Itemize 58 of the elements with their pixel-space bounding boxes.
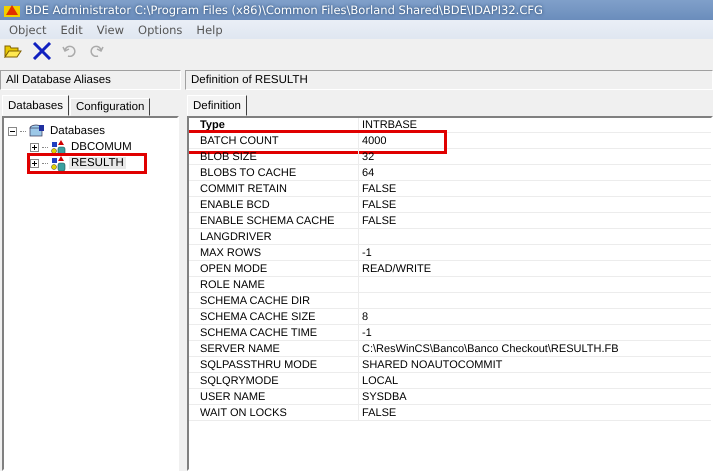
menu-item[interactable]: Object — [2, 22, 54, 36]
open-folder-icon[interactable] — [4, 44, 22, 58]
property-name: ENABLE SCHEMA CACHE — [189, 213, 359, 228]
tab[interactable]: Databases — [2, 95, 69, 116]
property-name: LANGDRIVER — [189, 229, 359, 244]
property-value: -1 — [362, 326, 372, 338]
delete-icon[interactable] — [32, 42, 52, 60]
property-value: 8 — [362, 310, 368, 322]
panel-header: All Database Aliases — [0, 70, 181, 90]
property-name: SCHEMA CACHE DIR — [189, 293, 359, 308]
menu-item[interactable]: View — [90, 22, 132, 36]
property-value: FALSE — [362, 198, 396, 210]
property-name: WAIT ON LOCKS — [189, 405, 359, 420]
property-value: -1 — [362, 246, 372, 258]
property-name: SQLQRYMODE — [189, 373, 359, 388]
menu-item[interactable]: Help — [189, 22, 230, 36]
property-value: C:\ResWinCS\Banco\Banco Checkout\RESULTH.FB — [362, 342, 619, 354]
menu-item[interactable]: Edit — [53, 22, 90, 36]
property-name: COMMIT RETAIN — [189, 181, 359, 196]
panel-header: Definition of RESULTH — [185, 70, 713, 90]
property-value: 4000 — [362, 134, 386, 146]
property-name: BLOB SIZE — [189, 149, 359, 164]
property-name: USER NAME — [189, 389, 359, 404]
property-name: BATCH COUNT — [189, 133, 359, 148]
tree-item[interactable]: RESULTH — [69, 157, 126, 169]
property-value: FALSE — [362, 182, 396, 194]
property-value: 32 — [362, 150, 374, 162]
database-icon — [51, 156, 66, 170]
database-icon — [51, 140, 66, 154]
app-logo-icon — [4, 3, 20, 17]
collapse-toggle[interactable] — [8, 126, 17, 136]
property-name: MAX ROWS — [189, 245, 359, 260]
property-value: SHARED NOAUTOCOMMIT — [362, 358, 502, 370]
expand-toggle[interactable] — [30, 142, 39, 152]
tab[interactable]: Configuration — [70, 98, 150, 116]
menu-item[interactable]: Options — [131, 22, 190, 36]
property-name: ROLE NAME — [189, 277, 359, 292]
property-value: FALSE — [362, 214, 396, 226]
property-value: FALSE — [362, 406, 396, 418]
property-value: 64 — [362, 166, 374, 178]
property-value: INTRBASE — [362, 118, 418, 130]
property-value: LOCAL — [362, 374, 398, 386]
property-value: SYSDBA — [362, 390, 407, 402]
tab[interactable]: Definition — [187, 95, 247, 116]
property-name: BLOBS TO CACHE — [189, 165, 359, 180]
tree-item[interactable]: Databases — [48, 125, 107, 137]
tree-item[interactable]: DBCOMUM — [69, 141, 134, 153]
property-value: READ/WRITE — [362, 262, 432, 274]
property-name: SCHEMA CACHE TIME — [189, 325, 359, 340]
property-name: OPEN MODE — [189, 261, 359, 276]
property-name: Type — [189, 118, 359, 132]
property-name: ENABLE BCD — [189, 197, 359, 212]
property-name: SCHEMA CACHE SIZE — [189, 309, 359, 324]
databases-icon — [29, 124, 45, 138]
property-name: SQLPASSTHRU MODE — [189, 357, 359, 372]
property-name: SERVER NAME — [189, 341, 359, 356]
window-title: BDE Administrator C:\Program Files (x86)\Common Files\Borland Shared\BDE\IDAPI32.CFG — [25, 3, 543, 17]
expand-toggle[interactable] — [30, 158, 39, 168]
